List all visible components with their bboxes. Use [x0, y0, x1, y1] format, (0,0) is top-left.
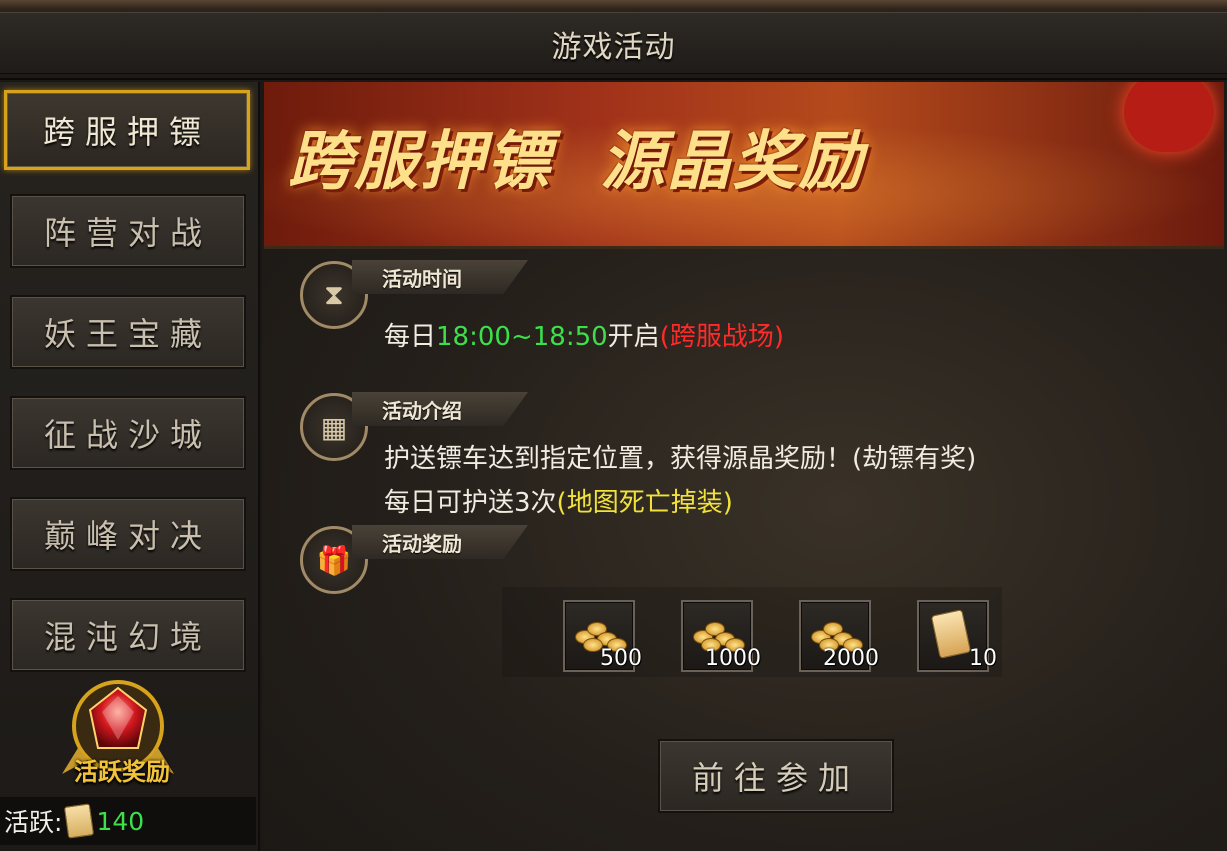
intro-line-2: 每日可护送3次(地图死亡掉装): [384, 482, 733, 519]
activity-token-icon: [64, 803, 95, 839]
title-bar-edge: [0, 0, 1227, 10]
banner-title: 跨服押镖 源晶奖励: [288, 125, 865, 199]
reward-count-3: 2000: [823, 646, 879, 671]
activity-points-bar: 活跃: 140: [0, 797, 256, 845]
time-suffix: 开启: [607, 322, 660, 352]
section-tag-intro: 活动介绍: [352, 392, 528, 426]
reward-count-1: 500: [600, 646, 642, 671]
lantern-icon: [1124, 82, 1214, 152]
sidebar-item-peak-duel[interactable]: 巅峰对决: [10, 497, 246, 571]
intro-line-2-note: (地图死亡掉装): [556, 488, 733, 518]
time-note: (跨服战场): [659, 322, 784, 352]
sidebar-item-cross-server-escort[interactable]: 跨服押镖: [4, 90, 250, 170]
intro-line-2-prefix: 每日可护送3次: [384, 488, 557, 518]
activity-token-icon: [930, 609, 972, 659]
sidebar-item-chaos-realm[interactable]: 混沌幻境: [10, 598, 246, 672]
reward-count-4: 10: [969, 646, 997, 671]
sidebar-item-sand-city[interactable]: 征战沙城: [10, 396, 246, 470]
gold-coins-icon: [689, 616, 745, 652]
sidebar-item-demon-treasure[interactable]: 妖王宝藏: [10, 295, 246, 369]
activity-reward-label[interactable]: 活跃奖励: [52, 752, 192, 787]
section-tag-rewards: 活动奖励: [352, 525, 528, 559]
gold-coins-icon: [807, 616, 863, 652]
activity-label: 活跃:: [4, 808, 63, 837]
time-range: 18:00~18:50: [436, 322, 608, 352]
intro-line-1: 护送镖车达到指定位置，获得源晶奖励！(劫镖有奖): [384, 444, 977, 474]
activity-value: 140: [96, 806, 145, 836]
gold-coins-icon: [571, 616, 627, 652]
time-row: 每日18:00~18:50开启(跨服战场): [384, 316, 784, 353]
activity-detail-panel: 跨服押镖 源晶奖励 ⧗ 活动时间 每日18:00~18:50开启(跨服战场) ▦…: [262, 82, 1227, 851]
window-title: 游戏活动: [551, 30, 676, 65]
go-participate-button[interactable]: 前往参加: [658, 739, 894, 813]
sidebar-item-faction-battle[interactable]: 阵营对战: [10, 194, 246, 268]
section-tag-time: 活动时间: [352, 260, 528, 294]
title-bar: 游戏活动: [0, 0, 1227, 80]
time-prefix: 每日: [384, 322, 437, 352]
event-banner: 跨服押镖 源晶奖励: [264, 82, 1224, 249]
reward-count-2: 1000: [705, 646, 761, 671]
